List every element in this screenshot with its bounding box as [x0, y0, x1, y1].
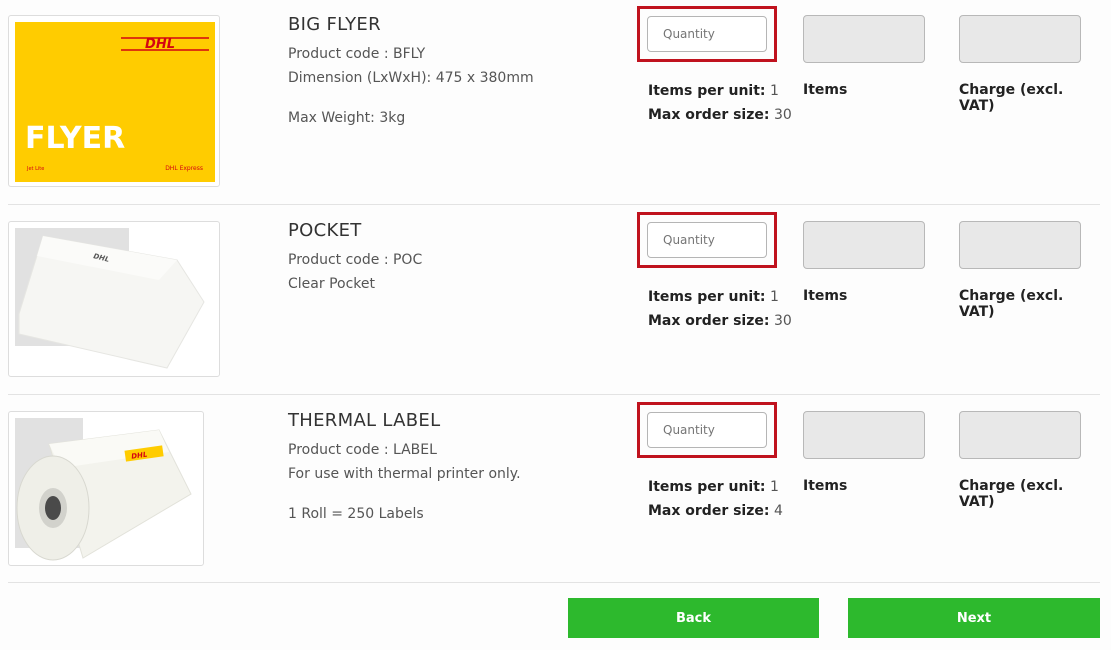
items-label: Items — [803, 288, 848, 304]
items-label: Items — [803, 478, 848, 494]
quantity-highlight — [637, 402, 777, 458]
pocket-info: POCKET Product code : POC Clear Pocket — [288, 220, 422, 296]
product-description: For use with thermal printer only. — [288, 466, 521, 482]
items-per-unit-label: Items per unit: — [648, 83, 766, 99]
next-button[interactable]: Next — [848, 598, 1100, 638]
max-order-size-value: 4 — [773, 503, 783, 519]
big-flyer-image: DHL FLYER Jet Lite DHL Express — [8, 15, 220, 187]
charge-label: Charge (excl. VAT) — [959, 82, 1064, 114]
thermal-label-image: DHL — [8, 411, 204, 566]
charge-total-box — [959, 15, 1081, 63]
product-roll-info: 1 Roll = 250 Labels — [288, 506, 424, 522]
pocket-order-meta: Items per unit: 1 Max order size: 30 — [648, 285, 792, 333]
charge-total-box — [959, 411, 1081, 459]
flyer-envelope-illustration: DHL FLYER Jet Lite DHL Express — [15, 22, 215, 182]
charge-label: Charge (excl. VAT) — [959, 478, 1064, 510]
quantity-input-pocket[interactable] — [647, 222, 767, 258]
thermal-label-info: THERMAL LABEL Product code : LABEL For u… — [288, 410, 521, 526]
product-row-big-flyer: DHL FLYER Jet Lite DHL Express BIG FLYER… — [8, 0, 1100, 204]
flyer-word: FLYER — [25, 121, 125, 156]
product-row-pocket: DHL POCKET Product code : POC Clear Pock… — [8, 204, 1100, 394]
max-order-size-value: 30 — [773, 107, 792, 123]
items-per-unit-label: Items per unit: — [648, 289, 766, 305]
flyer-small-left-text: Jet Lite — [26, 166, 44, 172]
product-code: Product code : LABEL — [288, 442, 437, 458]
items-per-unit-value: 1 — [769, 289, 779, 305]
row-divider — [8, 582, 1100, 583]
product-description: Clear Pocket — [288, 276, 375, 292]
items-total-box — [803, 221, 925, 269]
items-per-unit-value: 1 — [769, 479, 779, 495]
max-order-size-value: 30 — [773, 313, 792, 329]
product-code: Product code : BFLY — [288, 46, 426, 62]
max-order-size-label: Max order size: — [648, 503, 770, 519]
back-button[interactable]: Back — [568, 598, 819, 638]
product-title: POCKET — [288, 220, 362, 241]
items-label: Items — [803, 82, 848, 98]
items-total-box — [803, 15, 925, 63]
product-code: Product code : POC — [288, 252, 423, 268]
pocket-image: DHL — [8, 221, 220, 377]
max-order-size-label: Max order size: — [648, 313, 770, 329]
quantity-input-big-flyer[interactable] — [647, 16, 767, 52]
flyer-small-right-text: DHL Express — [165, 165, 203, 172]
big-flyer-order-meta: Items per unit: 1 Max order size: 30 — [648, 79, 792, 127]
product-title: BIG FLYER — [288, 14, 381, 35]
items-per-unit-value: 1 — [769, 83, 779, 99]
product-max-weight: Max Weight: 3kg — [288, 110, 406, 126]
max-order-size-label: Max order size: — [648, 107, 770, 123]
thermal-label-order-meta: Items per unit: 1 Max order size: 4 — [648, 475, 783, 523]
charge-total-box — [959, 221, 1081, 269]
product-dimension: Dimension (LxWxH): 475 x 380mm — [288, 70, 534, 86]
big-flyer-info: BIG FLYER Product code : BFLY Dimension … — [288, 14, 534, 130]
clear-pocket-illustration: DHL — [15, 228, 205, 369]
quantity-highlight — [637, 6, 777, 62]
quantity-input-thermal-label[interactable] — [647, 412, 767, 448]
product-row-thermal-label: DHL THERMAL LABEL Product code : LABEL F… — [8, 394, 1100, 582]
quantity-highlight — [637, 212, 777, 268]
items-per-unit-label: Items per unit: — [648, 479, 766, 495]
items-total-box — [803, 411, 925, 459]
product-title: THERMAL LABEL — [288, 410, 441, 431]
charge-label: Charge (excl. VAT) — [959, 288, 1064, 320]
label-roll-illustration: DHL — [15, 418, 192, 561]
